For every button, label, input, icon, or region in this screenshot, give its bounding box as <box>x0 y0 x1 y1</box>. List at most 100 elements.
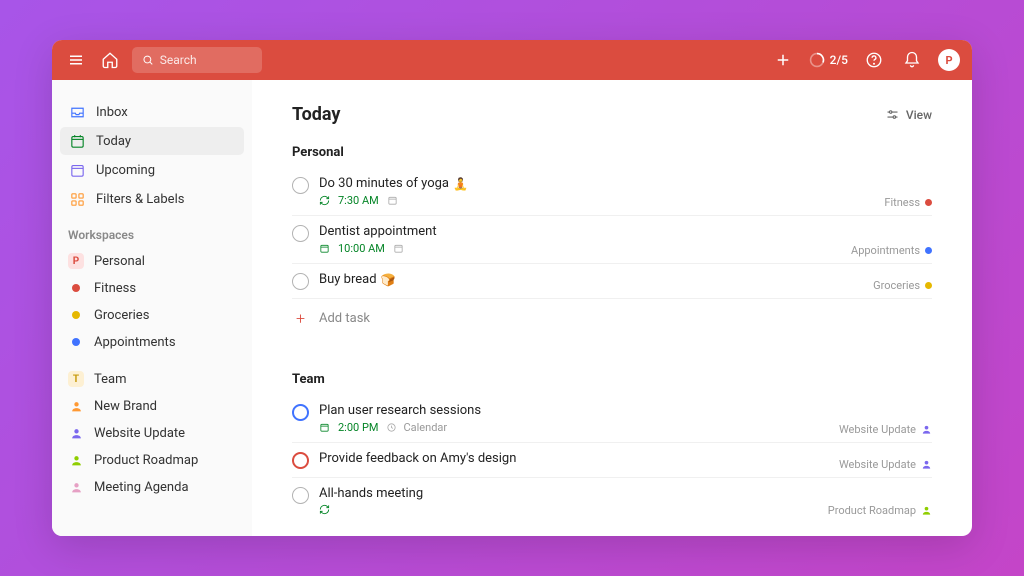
task-title: Buy bread 🍞 <box>319 272 932 287</box>
project-meeting-agenda[interactable]: Meeting Agenda <box>60 474 244 500</box>
task-tag[interactable]: Website Update <box>839 458 932 471</box>
task-checkbox[interactable] <box>292 273 309 290</box>
notifications-icon[interactable] <box>900 48 924 72</box>
sidebar-item-label: Inbox <box>96 105 128 120</box>
today-icon <box>68 132 86 150</box>
calendar-mini-icon <box>387 195 398 206</box>
add-task-label: Add task <box>319 311 370 326</box>
task-checkbox[interactable] <box>292 452 309 469</box>
task-time: 2:00 PM <box>338 421 378 434</box>
calendar-mini-icon <box>319 243 330 254</box>
project-appointments[interactable]: Appointments <box>60 329 244 355</box>
filters-icon <box>68 190 86 208</box>
plus-icon: + <box>292 309 309 328</box>
topbar: 2/5 P <box>52 40 972 80</box>
progress-indicator[interactable]: 2/5 <box>809 52 848 68</box>
workspaces-header: Workspaces <box>60 214 244 248</box>
task-title: Plan user research sessions <box>319 403 932 418</box>
project-dot <box>68 280 84 296</box>
sidebar-item-label: Today <box>96 134 131 149</box>
search-input[interactable] <box>160 53 252 67</box>
person-icon <box>68 452 84 468</box>
workspace-label: Personal <box>94 254 145 269</box>
task-tag[interactable]: Fitness <box>884 196 932 209</box>
person-icon <box>921 505 932 516</box>
section-title-team: Team <box>292 372 932 387</box>
task-checkbox[interactable] <box>292 177 309 194</box>
inbox-icon <box>68 103 86 121</box>
recurring-icon <box>319 195 330 206</box>
project-new-brand[interactable]: New Brand <box>60 393 244 419</box>
section-title-personal: Personal <box>292 145 932 160</box>
task-tag[interactable]: Product Roadmap <box>828 504 932 517</box>
person-icon <box>68 425 84 441</box>
project-label: Product Roadmap <box>94 453 198 468</box>
project-groceries[interactable]: Groceries <box>60 302 244 328</box>
project-product-roadmap[interactable]: Product Roadmap <box>60 447 244 473</box>
task-row[interactable]: Dentist appointment 10:00 AM Appointment… <box>292 216 932 264</box>
task-time: 10:00 AM <box>338 242 385 255</box>
task-checkbox[interactable] <box>292 225 309 242</box>
tag-dot <box>925 199 932 206</box>
add-task-button[interactable]: + Add task <box>292 299 932 338</box>
project-label: Meeting Agenda <box>94 480 189 495</box>
progress-ring-icon <box>809 52 825 68</box>
task-row[interactable]: All-hands meeting Product Roadmap <box>292 478 932 523</box>
task-row[interactable]: Plan user research sessions 2:00 PM Cale… <box>292 395 932 443</box>
task-tag[interactable]: Groceries <box>873 279 932 292</box>
add-icon[interactable] <box>771 48 795 72</box>
search-box[interactable] <box>132 47 262 73</box>
person-icon <box>68 398 84 414</box>
avatar[interactable]: P <box>938 49 960 71</box>
project-label: Groceries <box>94 308 149 323</box>
calendar-mini-icon <box>393 243 404 254</box>
sidebar-item-label: Upcoming <box>96 163 155 178</box>
workspace-personal[interactable]: P Personal <box>60 248 244 274</box>
sidebar-item-filters[interactable]: Filters & Labels <box>60 185 244 213</box>
upcoming-icon <box>68 161 86 179</box>
main-header: Today View <box>292 104 932 125</box>
workspace-label: Team <box>94 372 127 387</box>
tag-dot <box>925 247 932 254</box>
sidebar-item-upcoming[interactable]: Upcoming <box>60 156 244 184</box>
project-website-update[interactable]: Website Update <box>60 420 244 446</box>
workspace-badge: P <box>68 253 84 269</box>
app-window: 2/5 P Inbox Today <box>52 40 972 536</box>
project-dot <box>68 307 84 323</box>
task-checkbox[interactable] <box>292 487 309 504</box>
sidebar-item-today[interactable]: Today <box>60 127 244 155</box>
view-label: View <box>906 108 932 122</box>
tag-dot <box>925 282 932 289</box>
main-content: Today View Personal Do 30 minutes of yog… <box>252 80 972 536</box>
task-row[interactable]: Do 30 minutes of yoga 🧘 7:30 AM Fitness <box>292 168 932 216</box>
help-icon[interactable] <box>862 48 886 72</box>
sliders-icon <box>885 107 900 122</box>
view-button[interactable]: View <box>885 107 932 122</box>
person-icon <box>921 459 932 470</box>
task-title: Do 30 minutes of yoga 🧘 <box>319 176 932 191</box>
project-label: Website Update <box>94 426 185 441</box>
task-tag[interactable]: Website Update <box>839 423 932 436</box>
task-title: Dentist appointment <box>319 224 932 239</box>
project-fitness[interactable]: Fitness <box>60 275 244 301</box>
progress-text: 2/5 <box>830 53 848 67</box>
recurring-icon <box>319 504 330 515</box>
task-time: 7:30 AM <box>338 194 379 207</box>
sidebar-item-inbox[interactable]: Inbox <box>60 98 244 126</box>
home-icon[interactable] <box>98 48 122 72</box>
search-icon <box>142 53 154 67</box>
page-title: Today <box>292 104 885 125</box>
calendar-mini-icon <box>319 422 330 433</box>
menu-icon[interactable] <box>64 48 88 72</box>
person-icon <box>68 479 84 495</box>
project-label: Appointments <box>94 335 176 350</box>
task-title: All-hands meeting <box>319 486 932 501</box>
project-label: Fitness <box>94 281 136 296</box>
workspace-team[interactable]: T Team <box>60 366 244 392</box>
person-icon <box>921 424 932 435</box>
workspace-badge: T <box>68 371 84 387</box>
task-row[interactable]: Buy bread 🍞 Groceries <box>292 264 932 299</box>
task-tag[interactable]: Appointments <box>851 244 932 257</box>
task-checkbox[interactable] <box>292 404 309 421</box>
task-row[interactable]: Provide feedback on Amy's design Website… <box>292 443 932 478</box>
